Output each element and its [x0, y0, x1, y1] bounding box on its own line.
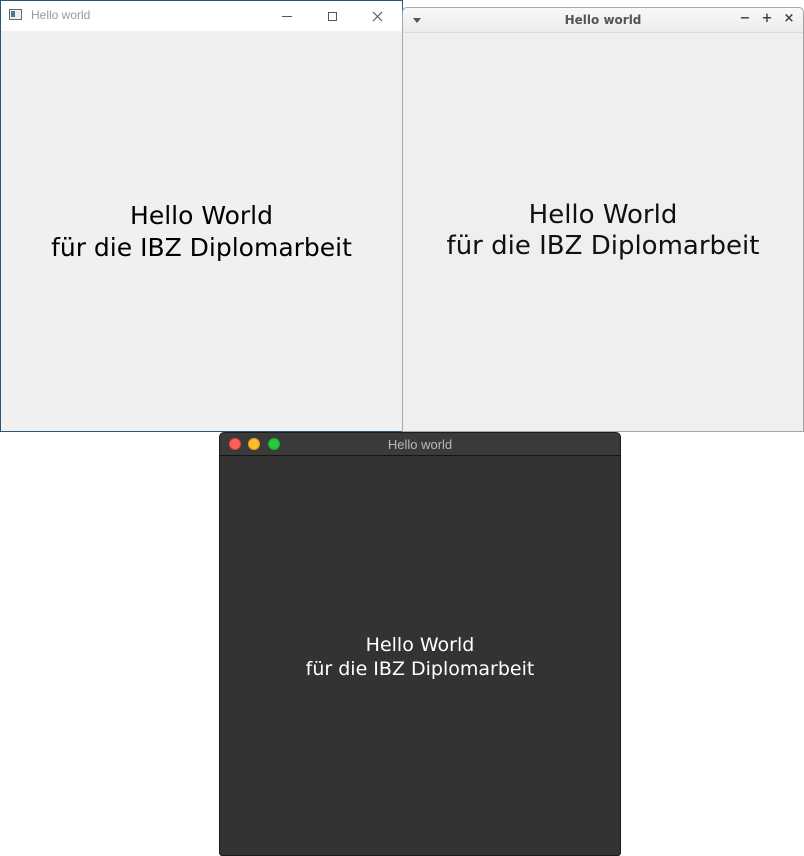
- maximize-button[interactable]: +: [760, 12, 774, 26]
- macos-message: Hello World für die IBZ Diplomarbeit: [220, 633, 620, 681]
- maximize-icon: [327, 11, 337, 21]
- minimize-button[interactable]: −: [738, 12, 752, 26]
- minimize-icon: [282, 15, 292, 17]
- windows10-message: Hello World für die IBZ Diplomarbeit: [1, 200, 402, 264]
- message-line-2: für die IBZ Diplomarbeit: [305, 658, 535, 680]
- windows10-titlebar[interactable]: Hello world: [1, 1, 402, 31]
- close-icon: [372, 11, 383, 22]
- windows10-window-title: Hello world: [31, 8, 91, 22]
- app-icon[interactable]: [9, 9, 22, 20]
- linux-message: Hello World für die IBZ Diplomarbeit: [403, 200, 803, 262]
- minimize-button[interactable]: [265, 1, 309, 31]
- message-line-2: für die IBZ Diplomarbeit: [51, 233, 352, 262]
- linux-titlebar[interactable]: Hello world − + ×: [403, 8, 803, 33]
- message-line-2: für die IBZ Diplomarbeit: [446, 231, 760, 261]
- linux-window: Hello world − + × Hello World für die IB…: [402, 7, 804, 432]
- message-line-1: Hello World: [365, 634, 475, 656]
- maximize-button[interactable]: [310, 1, 354, 31]
- windows10-window: Hello world Hello World für die IBZ Dipl…: [0, 0, 403, 432]
- macos-window-title: Hello world: [387, 437, 453, 452]
- message-line-1: Hello World: [130, 201, 273, 230]
- close-button[interactable]: [355, 1, 399, 31]
- macos-titlebar[interactable]: Hello world: [220, 433, 620, 456]
- message-line-1: Hello World: [528, 200, 678, 230]
- macos-window: Hello world Hello World für die IBZ Dipl…: [219, 432, 621, 856]
- close-button[interactable]: ×: [782, 12, 796, 26]
